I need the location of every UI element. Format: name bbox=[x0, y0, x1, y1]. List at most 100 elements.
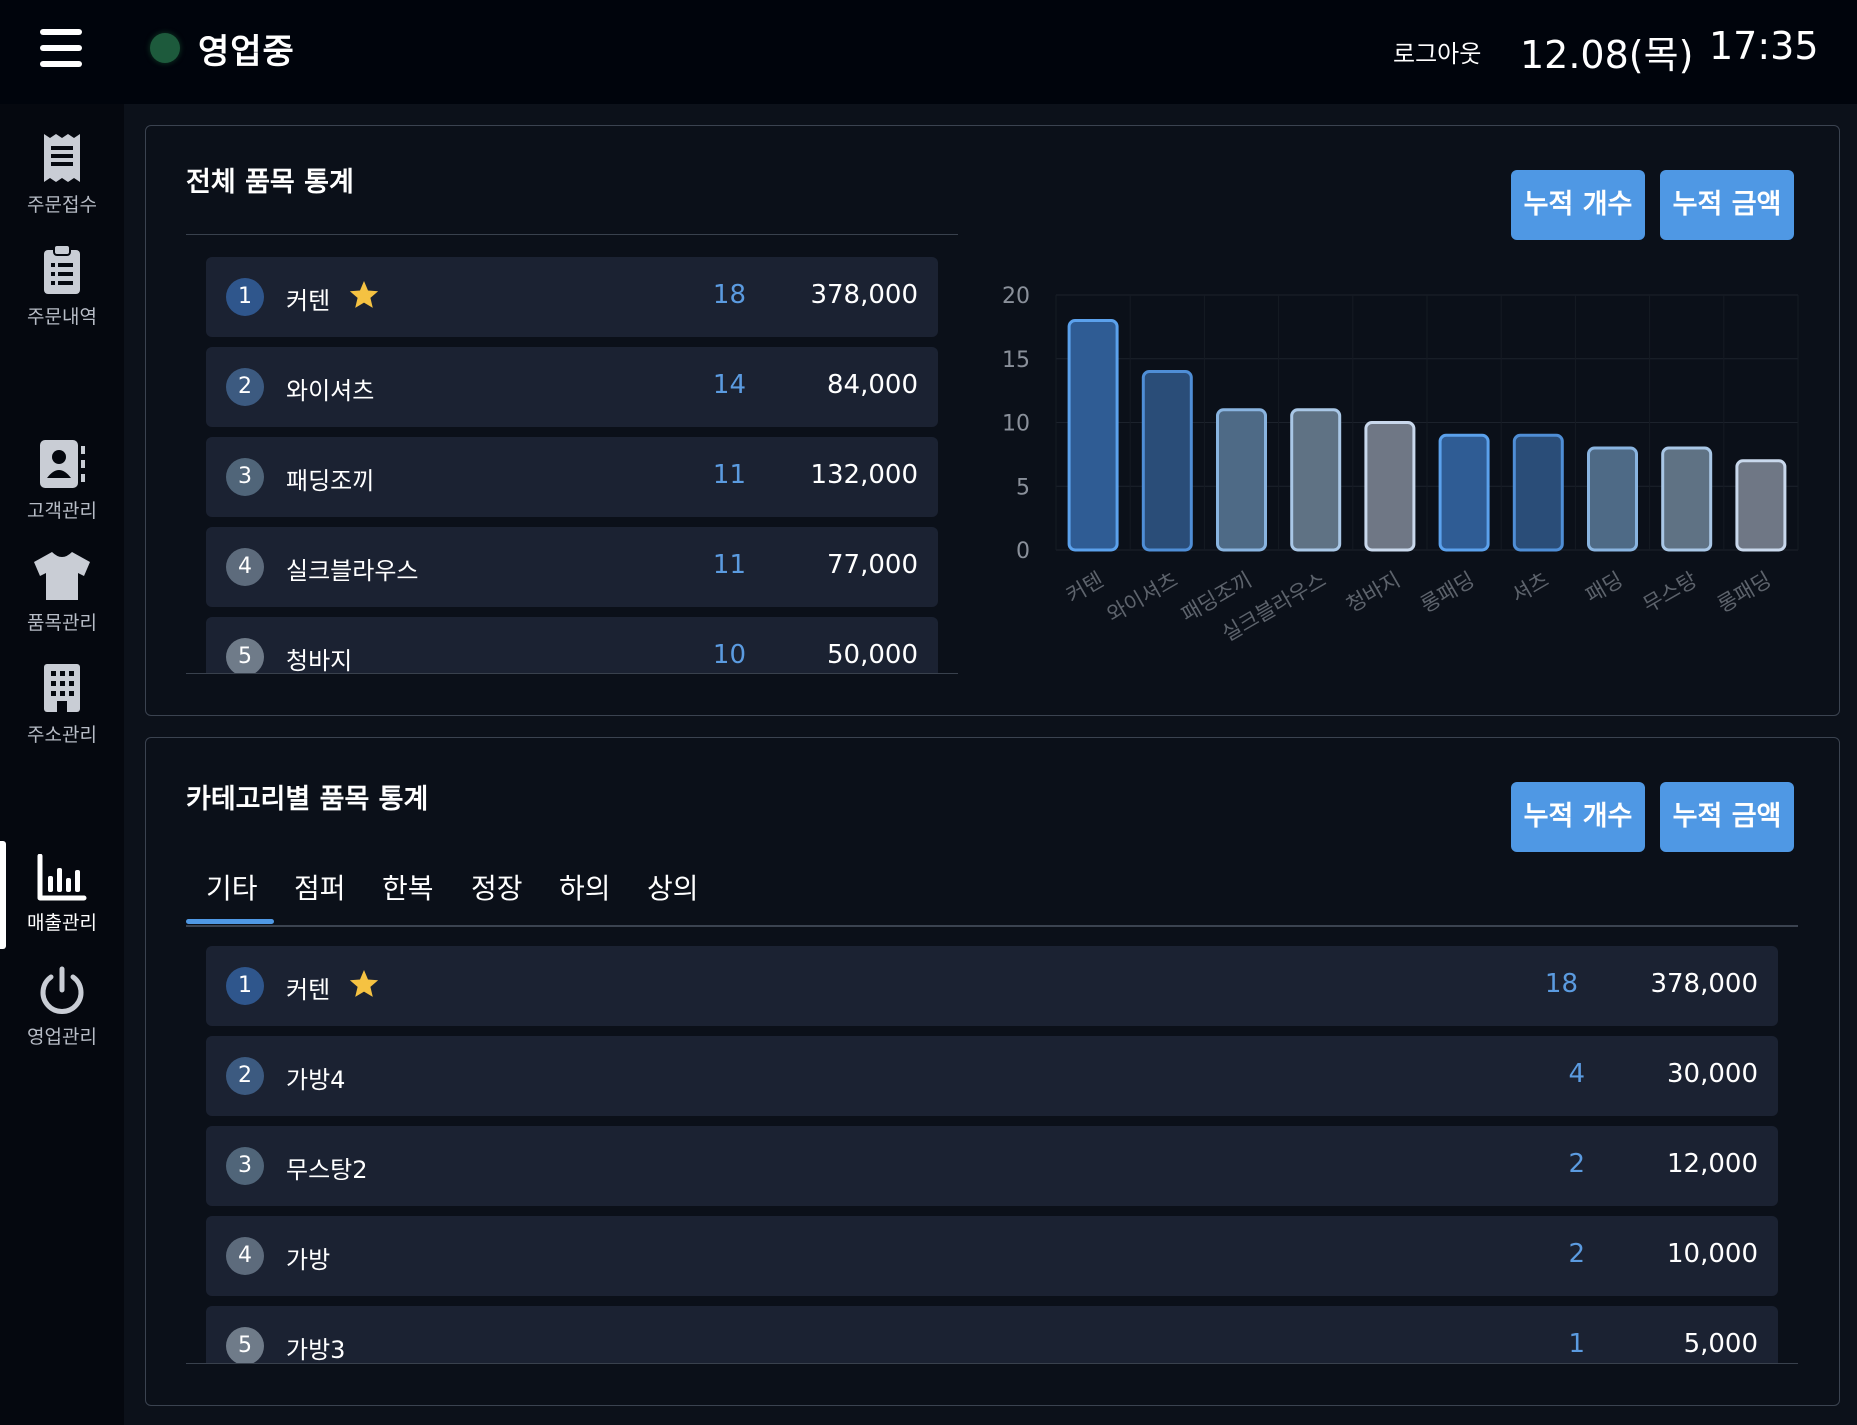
sidebar-item-business[interactable]: 영업관리 bbox=[0, 966, 124, 1049]
tab-bottoms[interactable]: 하의 bbox=[559, 867, 611, 907]
list-item[interactable]: 3 패딩조끼 11 132,000 bbox=[206, 437, 938, 517]
list-item[interactable]: 5 가방3 1 5,000 bbox=[206, 1306, 1778, 1364]
sidebar-item-order-history[interactable]: 주문내역 bbox=[0, 244, 124, 329]
item-amount: 84,000 bbox=[827, 370, 918, 400]
rank-badge: 1 bbox=[226, 278, 264, 316]
logout-button[interactable]: 로그아웃 bbox=[1393, 34, 1481, 69]
item-count: 10 bbox=[712, 640, 746, 670]
bar bbox=[1290, 408, 1342, 552]
power-icon bbox=[40, 966, 84, 1014]
item-amount: 378,000 bbox=[1650, 969, 1758, 999]
rank-badge: 5 bbox=[226, 1327, 264, 1363]
item-amount: 378,000 bbox=[810, 280, 918, 310]
item-name: 커텐 bbox=[286, 287, 331, 315]
bar bbox=[1067, 319, 1119, 552]
business-status: 영업중 bbox=[198, 32, 295, 72]
rank-badge: 3 bbox=[226, 1147, 264, 1185]
sidebar-item-label: 주소관리 bbox=[27, 724, 97, 746]
current-time: 17:35 bbox=[1709, 24, 1819, 68]
sidebar-item-customers[interactable]: 고객관리 bbox=[0, 438, 124, 523]
category-tabs: 기타 점퍼 한복 정장 하의 상의 bbox=[186, 855, 1798, 927]
item-name: 가방3 bbox=[286, 1336, 346, 1364]
sidebar-item-sales[interactable]: 매출관리 bbox=[0, 854, 124, 935]
sidebar-item-order-receive[interactable]: 주문접수 bbox=[0, 132, 124, 217]
category-count-button[interactable]: 누적 개수 bbox=[1511, 782, 1645, 852]
item-count: 18 bbox=[1544, 969, 1578, 999]
sidebar-item-label: 영업관리 bbox=[27, 1026, 97, 1048]
item-name: 청바지 bbox=[286, 647, 353, 674]
bar bbox=[1512, 433, 1564, 552]
rank-badge: 2 bbox=[226, 368, 264, 406]
x-tick-label: 무스탕 bbox=[1639, 568, 1701, 618]
y-tick-label: 5 bbox=[1016, 475, 1030, 500]
category-rank-list[interactable]: 1 커텐 18 378,000 2 가방4 4 30,000 3 무스탕2 2 … bbox=[186, 927, 1798, 1364]
sidebar-item-items[interactable]: 품목관리 bbox=[0, 550, 124, 635]
x-tick-label: 롱패딩 bbox=[1713, 568, 1775, 618]
item-amount: 10,000 bbox=[1667, 1239, 1758, 1269]
item-name: 패딩조끼 bbox=[286, 467, 375, 495]
receipt-icon bbox=[44, 134, 80, 182]
active-tab-underline bbox=[186, 919, 274, 924]
list-item[interactable]: 5 청바지 10 50,000 bbox=[206, 617, 938, 674]
y-tick-label: 20 bbox=[1002, 284, 1030, 309]
top-bar: 영업중 로그아웃 12.08(목) 17:35 bbox=[0, 0, 1857, 104]
list-item[interactable]: 1 커텐 18 378,000 bbox=[206, 946, 1778, 1026]
x-tick-label: 와이셔츠 bbox=[1103, 568, 1182, 627]
x-tick-label: 청바지 bbox=[1342, 568, 1404, 618]
list-item[interactable]: 2 와이셔츠 14 84,000 bbox=[206, 347, 938, 427]
overall-rank-list[interactable]: 1 커텐 18 378,000 2 와이셔츠 14 84,000 3 패딩조끼 … bbox=[186, 234, 958, 674]
list-item[interactable]: 2 가방4 4 30,000 bbox=[206, 1036, 1778, 1116]
item-count: 2 bbox=[1568, 1239, 1585, 1269]
y-tick-label: 15 bbox=[1002, 348, 1030, 373]
x-tick-label: 패딩 bbox=[1582, 568, 1627, 608]
sidebar-item-label: 고객관리 bbox=[27, 500, 97, 522]
overall-stats-title: 전체 품목 통계 bbox=[186, 167, 354, 198]
tab-suit[interactable]: 정장 bbox=[471, 867, 523, 907]
list-item[interactable]: 3 무스탕2 2 12,000 bbox=[206, 1126, 1778, 1206]
list-item[interactable]: 4 실크블라우스 11 77,000 bbox=[206, 527, 938, 607]
sidebar-item-label: 주문접수 bbox=[27, 194, 97, 216]
category-amount-button[interactable]: 누적 금액 bbox=[1660, 782, 1794, 852]
bar bbox=[1216, 408, 1267, 552]
y-tick-label: 0 bbox=[1016, 539, 1030, 564]
item-count: 14 bbox=[712, 370, 746, 400]
list-item[interactable]: 4 가방 2 10,000 bbox=[206, 1216, 1778, 1296]
y-tick-label: 10 bbox=[1002, 412, 1030, 437]
tab-hanbok[interactable]: 한복 bbox=[382, 867, 434, 907]
rank-badge: 1 bbox=[226, 967, 264, 1005]
tab-jumper[interactable]: 점퍼 bbox=[294, 867, 346, 907]
sidebar-item-label: 주문내역 bbox=[27, 306, 97, 328]
item-amount: 77,000 bbox=[827, 550, 918, 580]
item-count: 2 bbox=[1568, 1149, 1585, 1179]
list-item[interactable]: 1 커텐 18 378,000 bbox=[206, 257, 938, 337]
item-name: 실크블라우스 bbox=[286, 557, 419, 585]
item-amount: 132,000 bbox=[810, 460, 918, 490]
menu-icon[interactable] bbox=[40, 29, 82, 67]
building-icon bbox=[44, 664, 80, 712]
bar bbox=[1438, 433, 1490, 552]
overall-amount-button[interactable]: 누적 금액 bbox=[1660, 170, 1794, 240]
rank-badge: 5 bbox=[226, 638, 264, 673]
item-name: 무스탕2 bbox=[286, 1156, 368, 1184]
bar-chart-icon bbox=[37, 854, 87, 901]
bar bbox=[1735, 459, 1787, 552]
star-icon bbox=[349, 281, 379, 308]
item-count: 11 bbox=[712, 460, 746, 490]
item-amount: 30,000 bbox=[1667, 1059, 1758, 1089]
current-date: 12.08(목) bbox=[1520, 33, 1694, 77]
shirt-icon bbox=[34, 552, 90, 600]
tab-tops[interactable]: 상의 bbox=[647, 867, 699, 907]
star-icon bbox=[349, 970, 379, 997]
rank-badge: 2 bbox=[226, 1057, 264, 1095]
bar bbox=[1141, 370, 1193, 552]
tab-etc[interactable]: 기타 bbox=[206, 867, 258, 907]
item-count: 4 bbox=[1568, 1059, 1585, 1089]
overall-count-button[interactable]: 누적 개수 bbox=[1511, 170, 1645, 240]
x-tick-label: 커텐 bbox=[1062, 568, 1107, 608]
contact-icon bbox=[40, 440, 85, 488]
rank-badge: 4 bbox=[226, 1237, 264, 1275]
sidebar-item-address[interactable]: 주소관리 bbox=[0, 662, 124, 747]
sidebar: 주문접수 주문내역 고객관리 품목관리 주소관리 매출관리 영업관리 bbox=[0, 104, 124, 1425]
item-count: 1 bbox=[1568, 1329, 1585, 1359]
item-name: 커텐 bbox=[286, 976, 331, 1004]
